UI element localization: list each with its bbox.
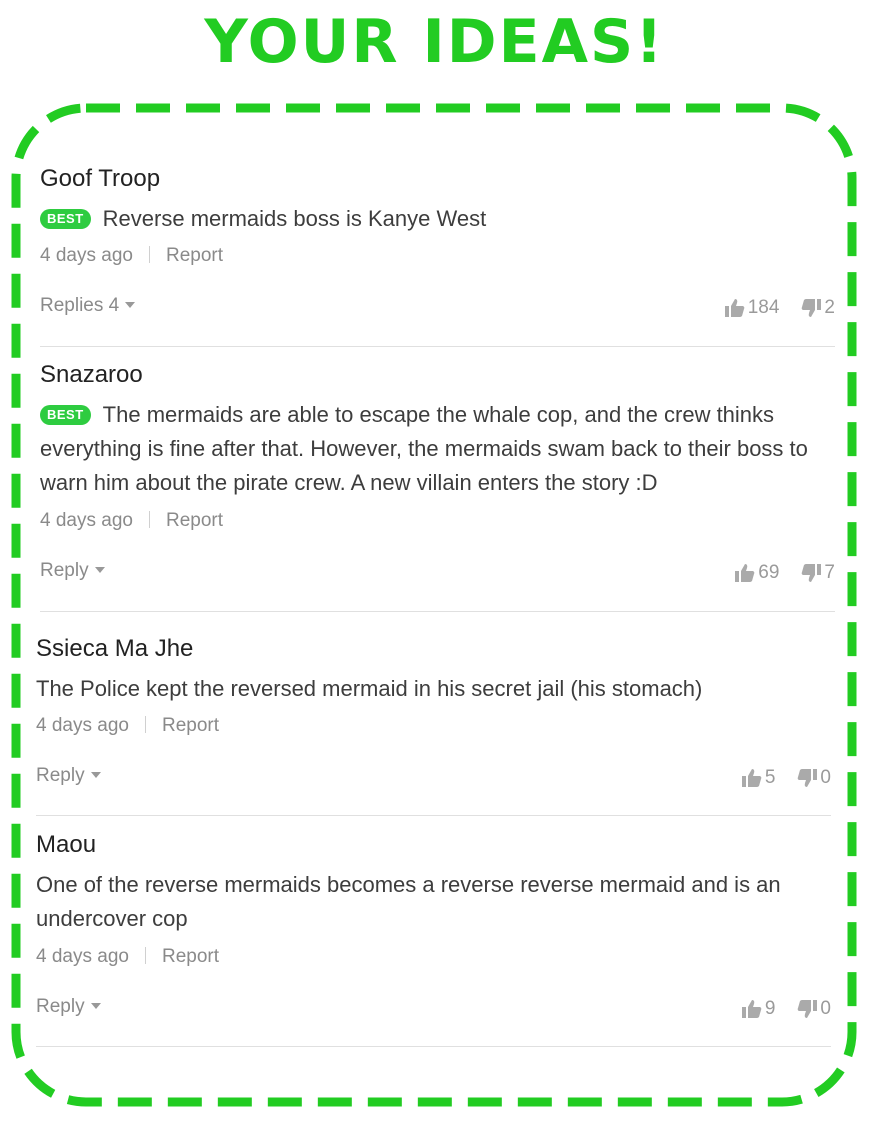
comment-list: Goof Troop BEST Reverse mermaids boss is …: [0, 0, 869, 1121]
comment-time: 4 days ago: [40, 510, 133, 531]
report-link[interactable]: Report: [166, 245, 223, 266]
thumbs-down-icon: [802, 564, 822, 582]
comment-meta: 4 days ago Report: [36, 713, 219, 739]
reply-label: Reply: [36, 765, 85, 786]
chevron-down-icon: [94, 567, 105, 573]
comment-text: BEST The mermaids are able to escape the …: [40, 398, 835, 500]
reply-label: Reply: [40, 560, 89, 581]
upvote-count: 5: [764, 767, 776, 788]
comment-body: Reverse mermaids boss is Kanye West: [102, 206, 487, 231]
comment-divider: [40, 611, 835, 612]
comment-item: Snazaroo BEST The mermaids are able to es…: [40, 360, 835, 610]
reply-count: 4: [108, 295, 120, 316]
reply-label: Reply: [36, 996, 85, 1017]
downvote-button[interactable]: 7: [801, 560, 835, 586]
upvote-count: 9: [764, 998, 776, 1019]
upvote-count: 184: [747, 297, 780, 318]
downvote-button[interactable]: 2: [801, 295, 835, 321]
comment-meta: 4 days ago Report: [40, 243, 223, 269]
upvote-button[interactable]: 184: [724, 295, 780, 321]
upvote-button[interactable]: 9: [741, 996, 776, 1022]
downvote-button[interactable]: 0: [797, 765, 831, 791]
comment-author[interactable]: Maou: [36, 830, 96, 860]
comment-body: The mermaids are able to escape the whal…: [40, 402, 808, 495]
vote-controls: 9 0: [741, 996, 831, 1022]
comment-item: Ssieca Ma Jhe The Police kept the revers…: [36, 634, 831, 814]
comment-divider: [36, 1046, 831, 1047]
reply-button[interactable]: Reply: [36, 763, 101, 789]
vote-controls: 69 7: [735, 560, 835, 586]
report-link[interactable]: Report: [162, 715, 219, 736]
chevron-down-icon: [90, 772, 101, 778]
meta-divider: [148, 246, 150, 263]
report-link[interactable]: Report: [166, 510, 223, 531]
meta-divider: [144, 716, 146, 733]
comment-text: The Police kept the reversed mermaid in …: [36, 672, 831, 706]
vote-controls: 184 2: [724, 295, 835, 321]
chevron-down-icon: [125, 302, 136, 308]
thumbs-up-icon: [735, 564, 755, 582]
upvote-button[interactable]: 5: [741, 765, 776, 791]
upvote-button[interactable]: 69: [735, 560, 779, 586]
downvote-button[interactable]: 0: [797, 996, 831, 1022]
thumbs-down-icon: [798, 1000, 818, 1018]
reply-button[interactable]: Reply: [36, 994, 101, 1020]
comment-text: BEST Reverse mermaids boss is Kanye West: [40, 202, 835, 236]
comment-item: Goof Troop BEST Reverse mermaids boss is …: [40, 164, 835, 346]
comment-author[interactable]: Ssieca Ma Jhe: [36, 634, 193, 664]
comment-author[interactable]: Snazaroo: [40, 360, 143, 390]
downvote-count: 2: [824, 297, 835, 318]
comment-time: 4 days ago: [36, 715, 129, 736]
downvote-count: 0: [820, 998, 831, 1019]
downvote-count: 0: [820, 767, 831, 788]
comment-meta: 4 days ago Report: [36, 944, 219, 970]
thumbs-up-icon: [724, 299, 745, 317]
thumbs-up-icon: [741, 769, 762, 787]
downvote-count: 7: [824, 562, 835, 583]
comment-author[interactable]: Goof Troop: [40, 164, 160, 194]
comment-meta: 4 days ago Report: [40, 508, 223, 534]
chevron-down-icon: [90, 1003, 101, 1009]
comment-time: 4 days ago: [36, 946, 129, 967]
report-link[interactable]: Report: [162, 946, 219, 967]
thumbs-down-icon: [798, 769, 818, 787]
meta-divider: [148, 511, 150, 528]
comment-body: One of the reverse mermaids becomes a re…: [36, 872, 781, 931]
best-badge: BEST: [40, 405, 91, 425]
meta-divider: [144, 947, 146, 964]
upvote-count: 69: [758, 562, 780, 583]
comment-item: Maou One of the reverse mermaids becomes…: [36, 830, 831, 1044]
vote-controls: 5 0: [741, 765, 831, 791]
comment-time: 4 days ago: [40, 245, 133, 266]
best-badge: BEST: [40, 209, 91, 229]
reply-button[interactable]: Reply: [40, 558, 105, 584]
comment-text: One of the reverse mermaids becomes a re…: [36, 868, 806, 936]
replies-toggle[interactable]: Replies 4: [40, 293, 136, 319]
thumbs-down-icon: [802, 299, 822, 317]
comment-divider: [36, 815, 831, 816]
replies-label: Replies: [40, 295, 104, 316]
thumbs-up-icon: [741, 1000, 762, 1018]
comment-divider: [40, 346, 835, 347]
comment-body: The Police kept the reversed mermaid in …: [36, 676, 703, 701]
